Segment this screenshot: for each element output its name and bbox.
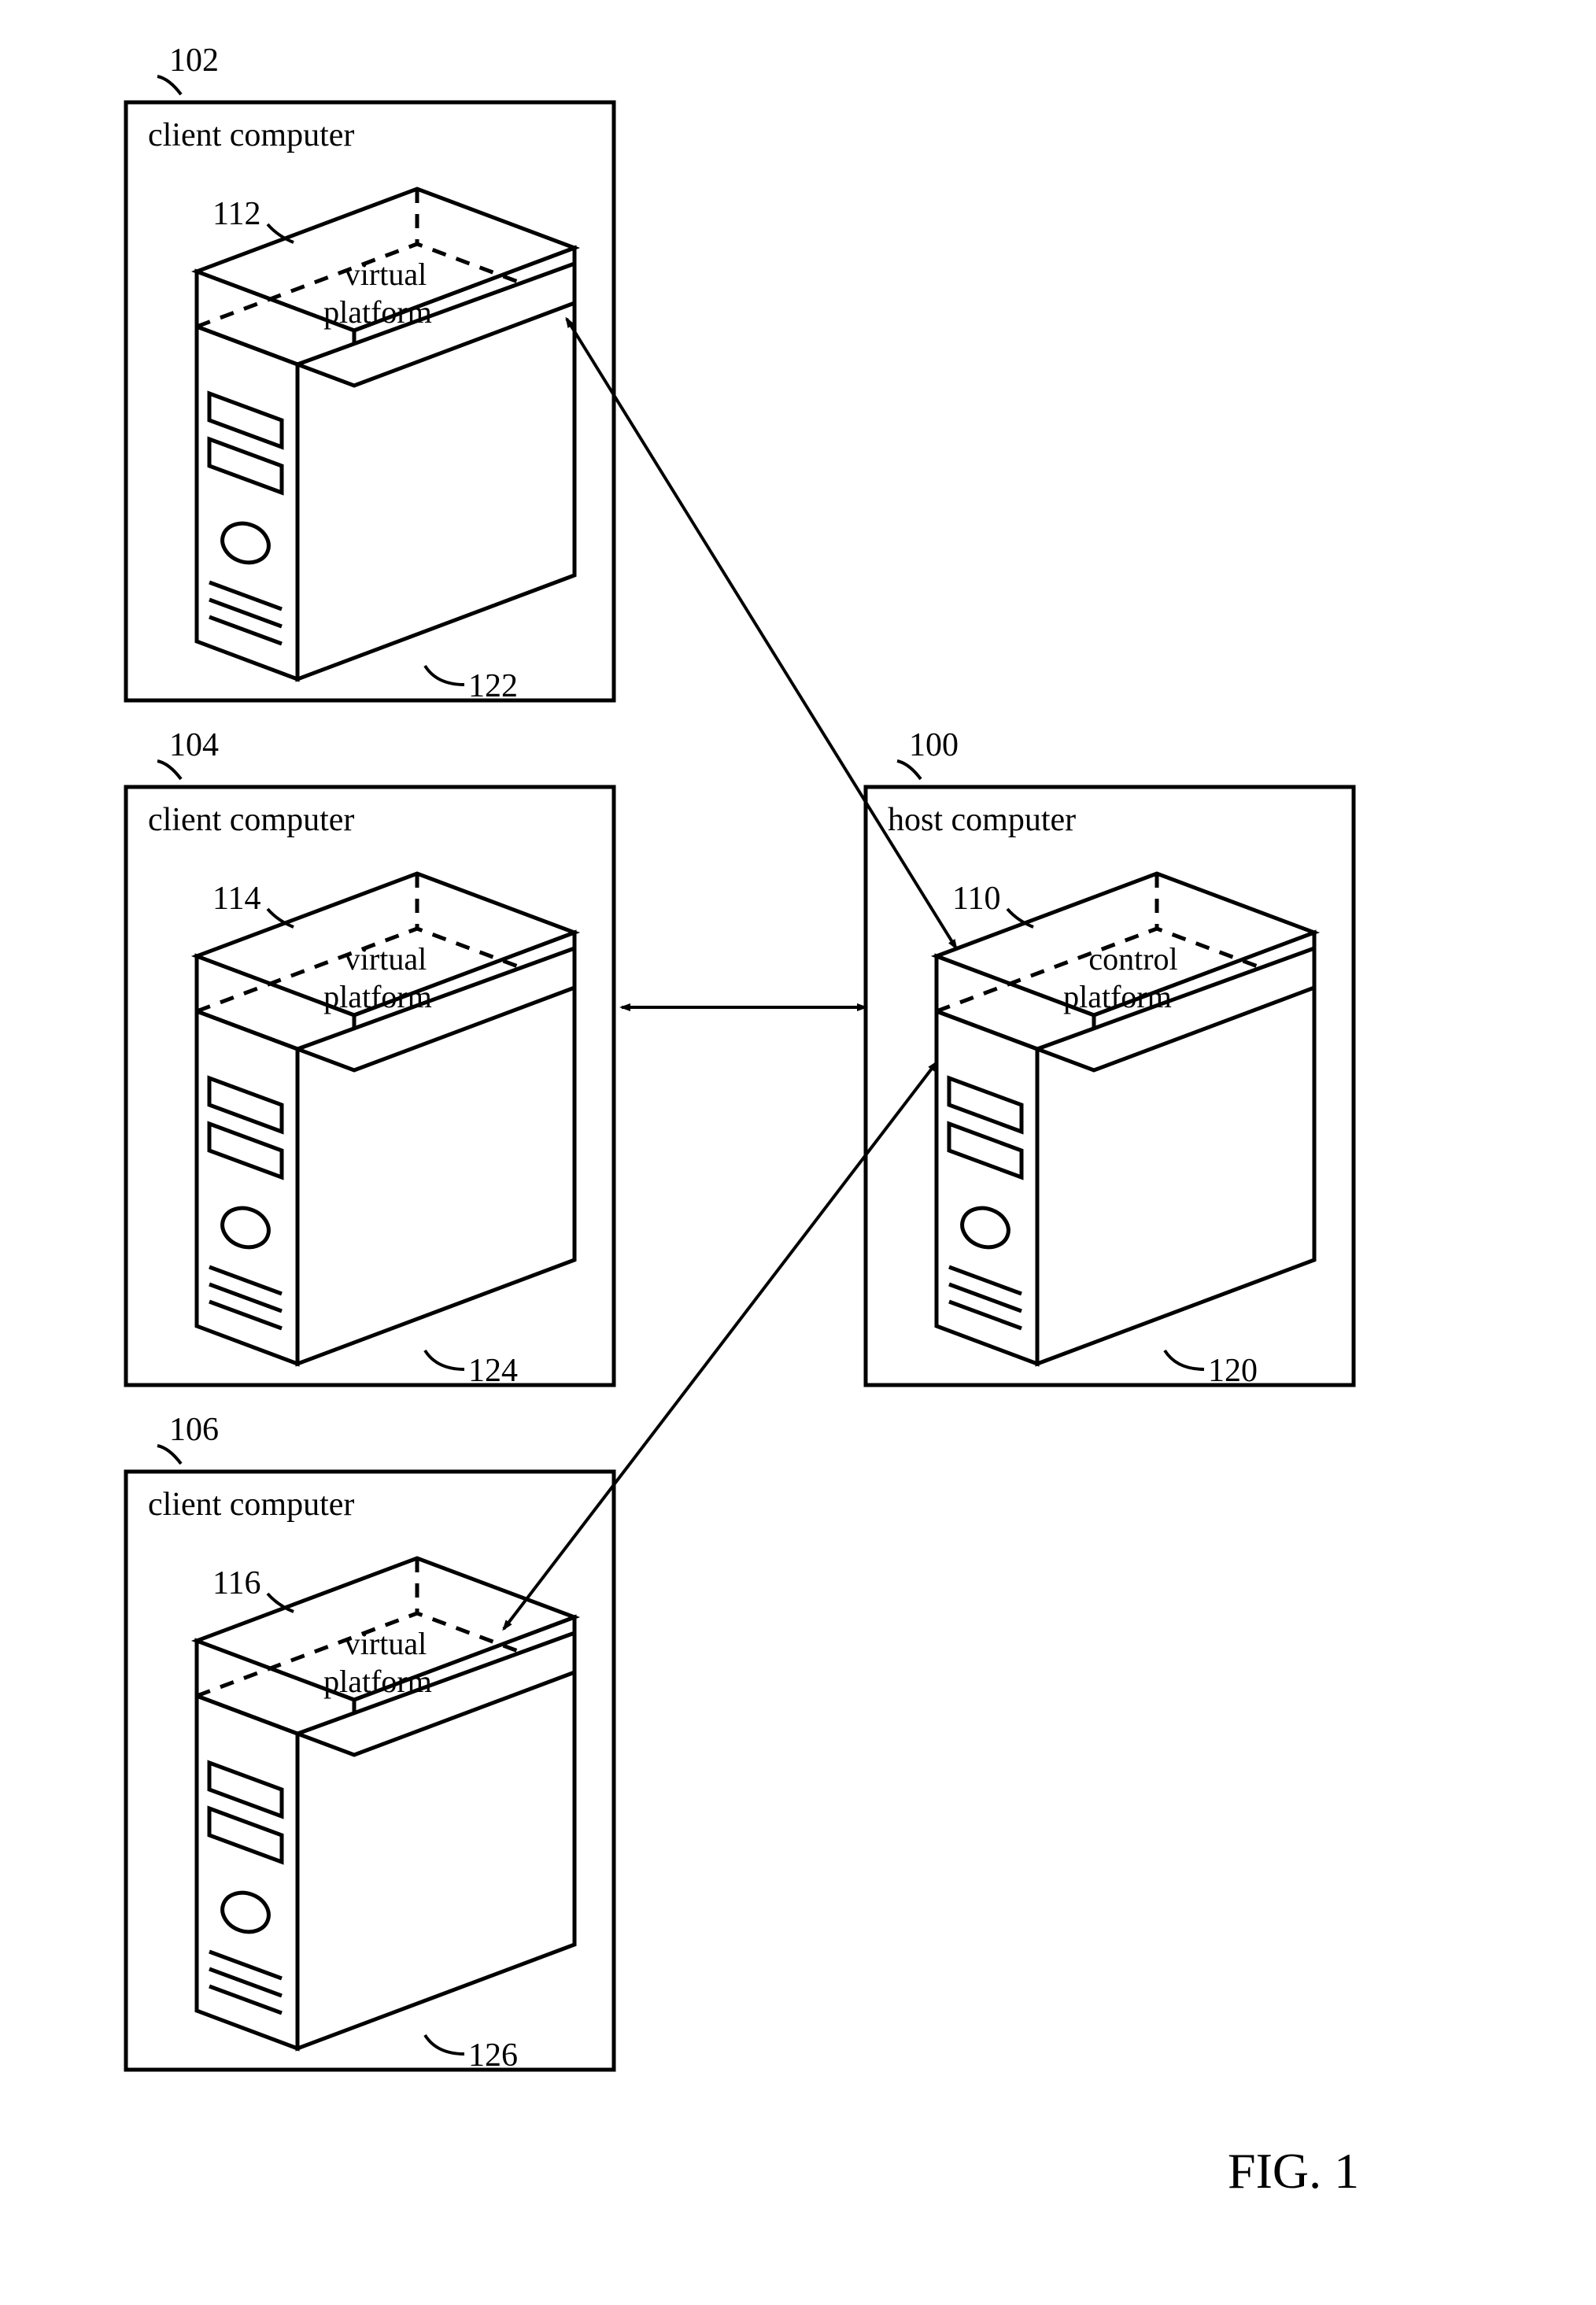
client3-platform-line1: virtual xyxy=(345,1626,427,1661)
client2-platform-line1: virtual xyxy=(345,941,427,977)
client1-platform-ref: 112 xyxy=(212,196,260,232)
host-ref: 100 xyxy=(909,727,959,763)
host-platform-line2: platform xyxy=(1063,979,1172,1014)
client3-platform-line2: platform xyxy=(323,1664,432,1699)
host-platform-ref: 110 xyxy=(952,881,1000,917)
host-tower-ref: 120 xyxy=(1208,1353,1258,1389)
client1-ref: 102 xyxy=(169,42,219,79)
client1-platform-line1: virtual xyxy=(345,257,427,292)
figure-label: FIG. 1 xyxy=(1228,2143,1359,2199)
diagram-svg: 102 client computer 112 virtual platform… xyxy=(0,0,1596,2305)
client3-ref: 106 xyxy=(169,1412,219,1448)
client-computer-3: 106 client computer 116 virtual platform… xyxy=(126,1412,614,2074)
client2-tower-ref: 124 xyxy=(468,1353,518,1389)
host-computer: 100 host computer 110 control platform 1… xyxy=(866,727,1354,1389)
client-computer-2: 104 client computer 114 virtual platform… xyxy=(126,727,614,1389)
client2-ref: 104 xyxy=(169,727,219,763)
client1-platform-line2: platform xyxy=(323,294,432,330)
client3-tower-ref: 126 xyxy=(468,2037,518,2074)
client-computer-1: 102 client computer 112 virtual platform… xyxy=(126,42,614,704)
client1-tower-ref: 122 xyxy=(468,668,518,704)
client2-title: client computer xyxy=(148,802,354,838)
client3-platform-ref: 116 xyxy=(212,1565,260,1601)
client3-title: client computer xyxy=(148,1487,354,1523)
client2-platform-line2: platform xyxy=(323,979,432,1014)
host-title: host computer xyxy=(888,802,1076,838)
client2-platform-ref: 114 xyxy=(212,881,260,917)
host-platform-line1: control xyxy=(1088,941,1177,977)
client1-title: client computer xyxy=(148,117,354,153)
